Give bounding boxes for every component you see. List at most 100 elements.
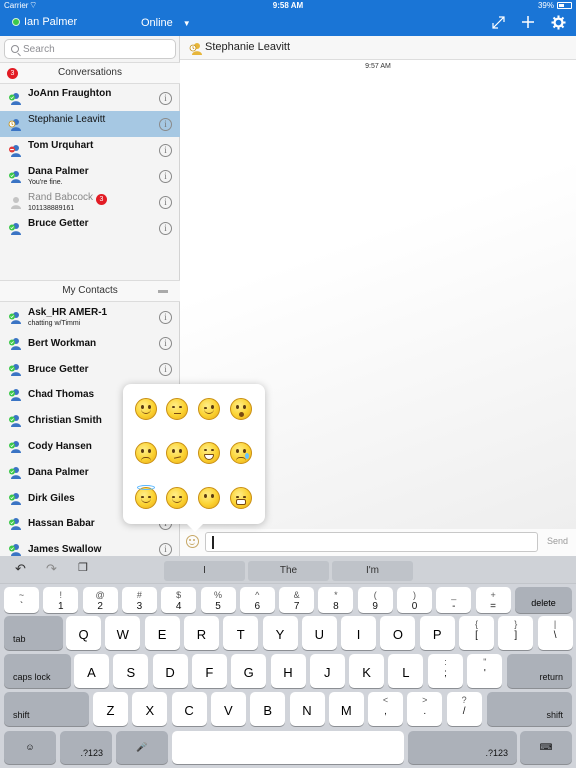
emoji-angel-icon[interactable] <box>135 485 157 509</box>
space-key[interactable] <box>172 731 404 764</box>
info-icon[interactable]: i <box>159 170 172 183</box>
key[interactable]: J <box>309 654 345 688</box>
info-icon[interactable]: i <box>159 144 172 157</box>
emoji-key[interactable]: ☺ <box>4 731 56 764</box>
info-icon[interactable]: i <box>159 336 172 350</box>
key[interactable]: :; <box>428 654 463 688</box>
conversation-row[interactable]: Bruce Getter i <box>0 215 180 241</box>
key[interactable]: F <box>191 654 227 688</box>
emoji-confused-icon[interactable] <box>166 442 188 464</box>
conversation-row[interactable]: Rand Babcock 101138889161 3 i <box>0 189 180 215</box>
key[interactable]: (9 <box>357 587 393 613</box>
contact-row[interactable]: Bert Workman i <box>0 330 180 356</box>
key[interactable]: @2 <box>82 587 118 613</box>
key[interactable]: K <box>349 654 385 688</box>
key[interactable]: I <box>341 616 377 650</box>
key[interactable]: * 8 <box>318 587 354 613</box>
info-icon[interactable]: i <box>159 543 172 557</box>
shift-left-key[interactable]: shift <box>4 692 89 726</box>
key[interactable]: & 7 <box>279 587 315 613</box>
contact-row[interactable]: Bruce Getter i <box>0 356 180 382</box>
key[interactable]: H <box>270 654 306 688</box>
key[interactable]: E <box>144 616 180 650</box>
emoji-unamused-icon[interactable] <box>166 398 188 420</box>
info-icon[interactable]: i <box>159 362 172 376</box>
emoji-crying-icon[interactable] <box>230 442 252 464</box>
collapse-icon[interactable] <box>158 290 168 293</box>
suggestion-3[interactable]: I'm <box>332 561 413 581</box>
key[interactable]: L <box>388 654 424 688</box>
key[interactable]: P <box>419 616 455 650</box>
tab-key[interactable]: tab <box>4 616 63 650</box>
key[interactable]: V <box>210 692 246 726</box>
key[interactable]: N <box>289 692 325 726</box>
key[interactable]: D <box>152 654 188 688</box>
emoji-picker-icon[interactable] <box>186 535 199 548</box>
emoji-neutral-icon[interactable] <box>198 487 220 509</box>
suggestion-1[interactable]: I <box>164 561 245 581</box>
paste-icon[interactable]: ❐ <box>78 561 88 574</box>
caps-lock-key[interactable]: caps lock <box>4 654 71 688</box>
emoji-blush-icon[interactable] <box>166 487 188 509</box>
emoji-wink-icon[interactable] <box>198 398 220 420</box>
gear-icon[interactable] <box>550 14 566 30</box>
delete-key[interactable]: delete <box>515 587 572 613</box>
key[interactable]: Q <box>66 616 101 650</box>
emoji-grin-icon[interactable] <box>198 442 220 464</box>
presence-dropdown[interactable]: Online ▼ <box>141 17 191 29</box>
key[interactable]: A <box>74 654 109 688</box>
key[interactable]: U <box>301 616 337 650</box>
key[interactable]: #3 <box>121 587 157 613</box>
conversation-row[interactable]: JoAnn Fraughton i <box>0 85 180 111</box>
return-key[interactable]: return <box>507 654 572 688</box>
key[interactable]: ) 0 <box>397 587 432 613</box>
contact-row[interactable]: Ask_HR AMER-1 chatting w/Timmi i <box>0 304 180 330</box>
key[interactable]: {[ <box>459 616 494 650</box>
message-input[interactable] <box>205 532 538 552</box>
search-input[interactable]: Search <box>4 39 176 59</box>
undo-icon[interactable]: ↶ <box>15 561 26 577</box>
suggestion-2[interactable]: The <box>248 561 329 581</box>
key[interactable]: C <box>171 692 207 726</box>
contacts-header[interactable]: My Contacts <box>0 280 180 302</box>
info-icon[interactable]: i <box>159 92 172 105</box>
key[interactable]: S <box>113 654 149 688</box>
conversation-row[interactable]: Stephanie Leavitt i <box>0 111 180 137</box>
key[interactable]: Y <box>262 616 298 650</box>
add-icon[interactable] <box>520 14 536 30</box>
key[interactable]: ? / <box>446 692 482 726</box>
numbers-key-right[interactable]: .?123 <box>408 731 517 764</box>
send-button[interactable]: Send <box>547 536 568 546</box>
key[interactable]: >. <box>407 692 443 726</box>
key[interactable]: Z <box>93 692 128 726</box>
emoji-smile-icon[interactable] <box>135 398 157 420</box>
info-icon[interactable]: i <box>159 196 172 209</box>
info-icon[interactable]: i <box>159 222 172 235</box>
shift-right-key[interactable]: shift <box>487 692 572 726</box>
conversation-row[interactable]: Tom Urquhart i <box>0 137 180 163</box>
emoji-surprised-icon[interactable] <box>230 398 252 420</box>
key[interactable]: X <box>132 692 168 726</box>
key[interactable]: % 5 <box>200 587 236 613</box>
dictation-key[interactable]: 🎤 <box>116 731 168 764</box>
key[interactable]: B <box>250 692 286 726</box>
redo-icon[interactable]: ↷ <box>46 561 57 577</box>
conversation-row[interactable]: Dana Palmer You're fine. i <box>0 163 180 189</box>
key[interactable]: $4 <box>161 587 197 613</box>
key[interactable]: G <box>231 654 267 688</box>
key[interactable]: <, <box>368 692 403 726</box>
numbers-key-left[interactable]: .?123 <box>60 731 112 764</box>
key[interactable]: + = <box>475 587 511 613</box>
current-user[interactable]: Ian Palmer <box>12 16 77 28</box>
key[interactable]: T <box>223 616 259 650</box>
key[interactable]: M <box>328 692 364 726</box>
key[interactable]: W <box>105 616 141 650</box>
key[interactable]: R <box>183 616 219 650</box>
key[interactable]: }] <box>498 616 534 650</box>
key[interactable]: ! 1 <box>43 587 79 613</box>
key[interactable]: ^ 6 <box>239 587 275 613</box>
expand-icon[interactable] <box>490 14 506 30</box>
emoji-sad-icon[interactable] <box>135 442 157 464</box>
key[interactable]: " ' <box>467 654 503 688</box>
emoji-grimace-icon[interactable] <box>230 487 252 509</box>
